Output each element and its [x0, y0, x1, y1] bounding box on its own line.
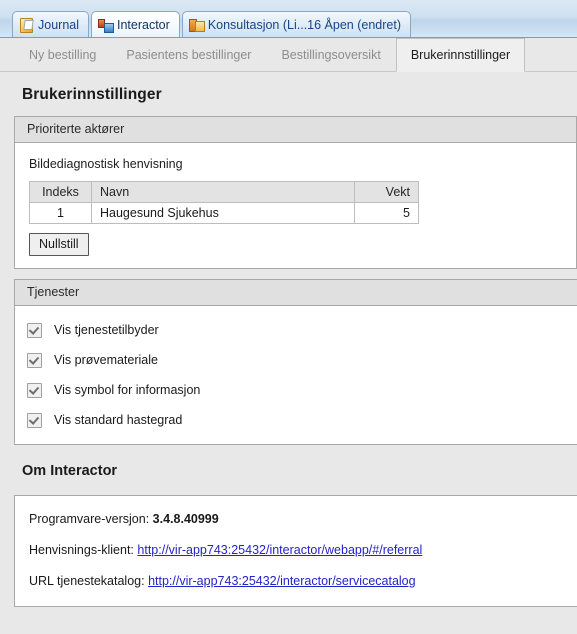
checkbox-label: Vis tjenestetilbyder [54, 323, 159, 337]
column-header-vekt[interactable]: Vekt [354, 181, 419, 203]
group-header-label: Prioriterte aktører [15, 117, 576, 143]
cell-indeks: 1 [29, 202, 92, 224]
column-header-indeks[interactable]: Indeks [29, 181, 92, 203]
about-version-value: 3.4.8.40999 [152, 512, 219, 526]
about-version-label: Programvare-versjon: [29, 512, 150, 526]
window-tab-journal[interactable]: Journal [12, 11, 89, 37]
checkbox-vis-provemateriale[interactable] [27, 352, 42, 368]
column-header-navn[interactable]: Navn [91, 181, 355, 203]
reset-button[interactable]: Nullstill [29, 233, 89, 256]
consultation-icon [188, 18, 205, 32]
checkbox-label: Vis prøvemateriale [54, 353, 158, 367]
checkbox-vis-symbol-for-informasjon[interactable] [27, 382, 42, 398]
about-referral-client-line: Henvisnings-klient: http://vir-app743:25… [29, 543, 577, 557]
window-tab-label: Interactor [117, 17, 170, 32]
about-box: Programvare-versjon: 3.4.8.40999 Henvisn… [14, 495, 577, 607]
page-tab-bar: Ny bestilling Pasientens bestillinger Be… [0, 38, 577, 72]
checkbox-vis-standard-hastegrad[interactable] [27, 412, 42, 428]
about-section-title: Om Interactor [22, 463, 118, 479]
service-catalog-link[interactable]: http://vir-app743:25432/interactor/servi… [148, 574, 416, 588]
table-header-row: Indeks Navn Vekt [29, 181, 419, 203]
window-tab-label: Journal [38, 17, 79, 32]
about-service-catalog-line: URL tjenestekatalog: http://vir-app743:2… [29, 574, 577, 588]
about-referral-client-label: Henvisnings-klient: [29, 543, 134, 557]
checkbox-row-vis-standard-hastegrad[interactable]: Vis standard hastegrad [15, 405, 577, 435]
referral-client-link[interactable]: http://vir-app743:25432/interactor/webap… [137, 543, 422, 557]
tab-label: Ny bestilling [29, 48, 97, 62]
cell-vekt: 5 [354, 202, 419, 224]
checkbox-vis-tjenestetilbyder[interactable] [27, 322, 42, 338]
window-tab-konsultasjon[interactable]: Konsultasjon (Li...16 Åpen (endret) [181, 11, 411, 37]
tab-label: Brukerinnstillinger [410, 48, 511, 62]
journal-icon [19, 17, 34, 33]
checkbox-row-vis-symbol-for-informasjon[interactable]: Vis symbol for informasjon [15, 375, 577, 405]
priority-actors-table: Indeks Navn Vekt 1 Haugesund Sjukehus 5 [29, 181, 419, 224]
checkbox-row-vis-tjenestetilbyder[interactable]: Vis tjenestetilbyder [15, 315, 577, 345]
group-header-label: Tjenester [15, 280, 577, 306]
network-icon [98, 18, 114, 33]
group-tjenester: Tjenester Vis tjenestetilbyder Vis prøve… [14, 279, 577, 445]
cell-navn: Haugesund Sjukehus [91, 202, 355, 224]
about-version-line: Programvare-versjon: 3.4.8.40999 [29, 512, 577, 526]
window-tab-interactor[interactable]: Interactor [91, 11, 180, 37]
window-tab-label: Konsultasjon (Li...16 Åpen (endret) [207, 17, 401, 32]
about-service-catalog-label: URL tjenestekatalog: [29, 574, 145, 588]
group-prioriterte-aktorer: Prioriterte aktører Bildediagnostisk hen… [14, 116, 577, 269]
checkbox-label: Vis standard hastegrad [54, 413, 183, 427]
checkbox-label: Vis symbol for informasjon [54, 383, 201, 397]
field-label-bildediagnostisk: Bildediagnostisk henvisning [29, 157, 183, 171]
checkbox-row-vis-provemateriale[interactable]: Vis prøvemateriale [15, 345, 577, 375]
window-tab-bar: Journal Interactor Konsultasjon (Li...16… [0, 0, 577, 38]
group-body: Vis tjenestetilbyder Vis prøvemateriale … [15, 306, 577, 444]
tab-brukerinnstillinger[interactable]: Brukerinnstillinger [395, 38, 526, 72]
tab-bestillingsoversikt[interactable]: Bestillingsoversikt [266, 38, 395, 72]
tab-pasientens-bestillinger[interactable]: Pasientens bestillinger [111, 38, 266, 72]
tab-label: Bestillingsoversikt [281, 48, 381, 62]
group-body: Bildediagnostisk henvisning Indeks Navn … [15, 143, 576, 268]
tab-ny-bestilling[interactable]: Ny bestilling [14, 38, 111, 72]
table-row[interactable]: 1 Haugesund Sjukehus 5 [29, 202, 419, 224]
page-title: Brukerinnstillinger [22, 86, 162, 103]
settings-page: Brukerinnstillinger Prioriterte aktører … [0, 72, 577, 607]
tab-label: Pasientens bestillinger [126, 48, 252, 62]
